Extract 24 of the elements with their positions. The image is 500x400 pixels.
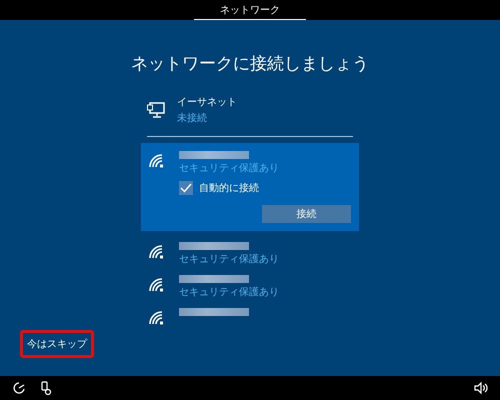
security-status: セキュリティ保護あり [179,286,279,299]
security-status: セキュリティ保護あり [179,162,279,175]
wifi-icon [149,311,165,325]
network-name: イーサネット [177,96,237,109]
wifi-icon [149,154,165,168]
wifi-icon [149,278,165,292]
connection-status: 未接続 [177,112,208,125]
security-status: セキュリティ保護あり [179,252,279,266]
skip-button[interactable]: 今はスキップ [20,330,94,358]
speaker-icon[interactable] [474,382,488,394]
heading: ネットワークに接続しましょう [131,53,369,75]
blurred-network-name [179,275,249,283]
connect-button[interactable]: 接続 [262,205,351,223]
network-item[interactable]: セキュリティ保護あり [141,270,359,303]
blurred-network-name [179,151,249,159]
monitor-icon [147,102,165,118]
blurred-network-name [179,242,249,250]
selected-network[interactable]: セキュリティ保護あり 自動的に接続 接続 [141,143,359,231]
checkbox[interactable] [179,181,193,195]
wifi-icon [149,245,165,259]
checkbox-label: 自動的に接続 [199,182,259,195]
network-item[interactable]: セキュリティ保護あり [141,237,359,270]
blurred-network-name [179,308,249,316]
accessibility-icon[interactable] [12,381,26,395]
